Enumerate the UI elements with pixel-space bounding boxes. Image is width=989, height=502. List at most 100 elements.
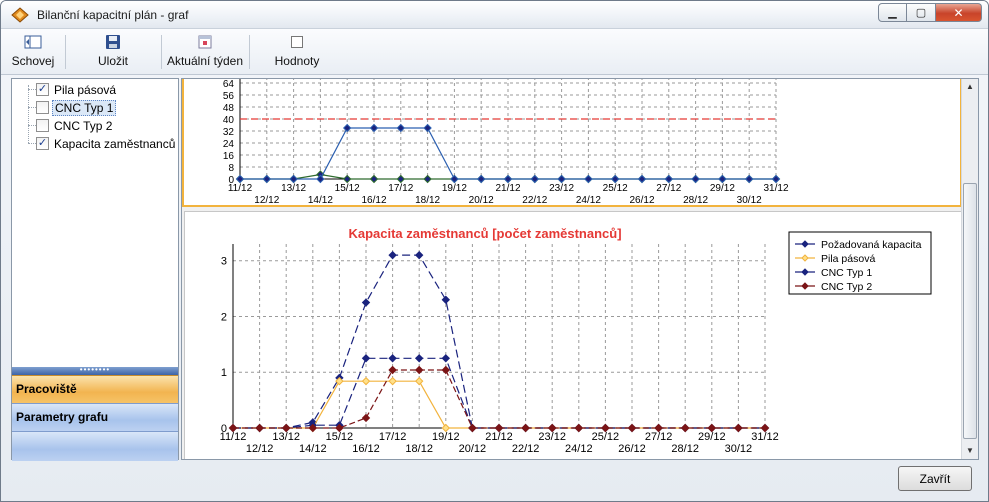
- toolbar: Schovej Uložit Aktuální týden Hodnoty: [1, 29, 988, 75]
- hide-button[interactable]: Schovej: [5, 33, 61, 71]
- values-label: Hodnoty: [274, 54, 320, 68]
- series-1-point: [361, 298, 371, 307]
- panel-splitter[interactable]: ••••••••: [12, 366, 178, 375]
- series-3-point: [414, 354, 424, 363]
- series-4-point: [627, 423, 637, 433]
- minimize-button[interactable]: ▁: [878, 3, 907, 22]
- vertical-scrollbar[interactable]: ▲ ▼: [961, 79, 978, 459]
- x-tick-label: 30/12: [737, 195, 762, 205]
- top-series-1-point: [262, 174, 272, 184]
- hide-panel-icon: [24, 33, 42, 51]
- x-tick-label: 21/12: [495, 183, 520, 194]
- series-2-point: [361, 376, 371, 386]
- x-tick-label: 30/12: [725, 443, 753, 455]
- series-3-point: [441, 354, 451, 363]
- top-series-1-point: [557, 174, 566, 184]
- series-3-point: [388, 354, 397, 363]
- close-window-button[interactable]: ✕: [936, 3, 982, 22]
- y-tick-label: 8: [228, 163, 234, 174]
- save-button[interactable]: Uložit: [85, 33, 141, 71]
- x-tick-label: 20/12: [459, 443, 487, 455]
- x-tick-label: 27/12: [645, 431, 673, 443]
- x-tick-label: 13/12: [281, 183, 306, 194]
- series-4-point: [468, 423, 477, 433]
- toolbar-separator: [161, 35, 162, 69]
- tree-item-cnc-typ-1[interactable]: CNC Typ 1: [36, 99, 117, 116]
- x-tick-label: 29/12: [698, 431, 726, 443]
- series-4-point: [680, 423, 690, 433]
- save-icon: [105, 33, 121, 51]
- x-tick-label: 14/12: [308, 195, 333, 205]
- x-tick-label: 19/12: [442, 183, 467, 194]
- values-checkbox-icon: [291, 33, 303, 51]
- y-tick-label: 48: [223, 103, 235, 114]
- app-window: Bilanční kapacitní plán - graf ▁ ▢ ✕ Sch…: [0, 0, 989, 502]
- x-tick-label: 22/12: [522, 195, 547, 205]
- y-tick-label: 2: [221, 311, 227, 323]
- x-tick-label: 16/12: [361, 195, 386, 205]
- top-series-1-point: [530, 174, 540, 184]
- save-label: Uložit: [97, 54, 128, 68]
- top-series-1-point: [718, 174, 727, 184]
- checkbox-cnc-typ-2[interactable]: [36, 119, 49, 132]
- top-series-2-point: [342, 174, 352, 184]
- x-tick-label: 29/12: [710, 183, 735, 194]
- maximize-button[interactable]: ▢: [907, 3, 936, 22]
- tree-item-label: CNC Typ 2: [54, 118, 113, 133]
- scroll-down-icon[interactable]: ▼: [962, 443, 978, 459]
- legend-entry: CNC Typ 2: [821, 281, 872, 293]
- tree-connector: [28, 85, 29, 143]
- top-series-2-point: [369, 174, 379, 184]
- y-tick-label: 64: [223, 79, 235, 90]
- top-chart-panel[interactable]: 0 8 16 24 32 40 48 56 64 11/12 12/12 13/12 14/12 15/1…: [182, 79, 962, 207]
- employee-capacity-chart: Kapacita zaměstnanců [počet zaměstnanců]…: [220, 226, 932, 455]
- current-week-button[interactable]: Aktuální týden: [165, 33, 245, 71]
- top-series-1-point: [450, 174, 459, 184]
- window-title: Bilanční kapacitní plán - graf: [37, 8, 189, 22]
- checkbox-kapacita-zamestnancu[interactable]: ✓: [36, 137, 49, 150]
- top-chart: 081624324048566411/1212/1213/1214/1215/1…: [223, 79, 789, 206]
- chart-legend: Požadovaná kapacita Pila pásová CNC Typ 1 C…: [788, 231, 932, 295]
- x-tick-label: 24/12: [565, 443, 593, 455]
- nav-parametry-grafu[interactable]: Parametry grafu: [12, 403, 178, 431]
- title-bar[interactable]: Bilanční kapacitní plán - graf ▁ ▢ ✕: [1, 1, 988, 29]
- close-button[interactable]: Zavřít: [898, 466, 972, 491]
- tree-item-cnc-typ-2[interactable]: CNC Typ 2: [36, 117, 114, 134]
- legend-entry: Požadovaná kapacita: [821, 239, 922, 251]
- calendar-icon: [198, 33, 212, 51]
- hide-label: Schovej: [11, 54, 55, 68]
- y-tick-label: 1: [221, 367, 227, 379]
- x-tick-label: 23/12: [549, 183, 574, 194]
- top-series-2-point: [396, 174, 406, 184]
- tree-item-label: CNC Typ 1: [52, 99, 117, 116]
- series-1-point: [414, 250, 424, 260]
- checkbox-cnc-typ-1[interactable]: [36, 101, 49, 114]
- series-4-point: [255, 423, 264, 433]
- values-toggle[interactable]: Hodnoty: [267, 33, 327, 71]
- x-tick-label: 15/12: [326, 431, 354, 443]
- tree-item-kapacita-zamestnancu[interactable]: ✓ Kapacita zaměstnanců: [36, 135, 177, 152]
- tree-connector: [28, 89, 36, 90]
- y-tick-label: 3: [221, 256, 227, 268]
- nav-pracoviste[interactable]: Pracoviště: [12, 375, 178, 403]
- checkbox-pila-pasova[interactable]: ✓: [36, 83, 49, 96]
- x-tick-label: 31/12: [751, 431, 779, 443]
- top-series-1-point: [664, 174, 674, 184]
- top-series-1-point: [396, 123, 406, 133]
- x-tick-label: 28/12: [671, 443, 699, 455]
- top-series-1-point: [235, 174, 245, 184]
- tree-item-pila-pasova[interactable]: ✓ Pila pásová: [36, 81, 118, 98]
- x-tick-label: 18/12: [415, 195, 440, 205]
- maximize-icon: ▢: [915, 7, 927, 19]
- tree-item-label: Kapacita zaměstnanců: [54, 136, 176, 151]
- x-tick-label: 11/12: [220, 431, 247, 443]
- top-series-1-point: [289, 174, 298, 184]
- scroll-up-icon[interactable]: ▲: [962, 79, 978, 95]
- bottom-chart-panel[interactable]: Kapacita zaměstnanců [počet zaměstnanců]…: [184, 211, 962, 459]
- scroll-thumb[interactable]: [963, 183, 977, 439]
- x-tick-label: 13/12: [272, 431, 300, 443]
- x-tick-label: 27/12: [656, 183, 681, 194]
- left-panel: ✓ Pila pásová CNC Typ 1 CNC Typ 2 ✓ Kapa…: [11, 78, 179, 461]
- x-tick-label: 19/12: [432, 431, 460, 443]
- top-series-1-point: [691, 174, 700, 184]
